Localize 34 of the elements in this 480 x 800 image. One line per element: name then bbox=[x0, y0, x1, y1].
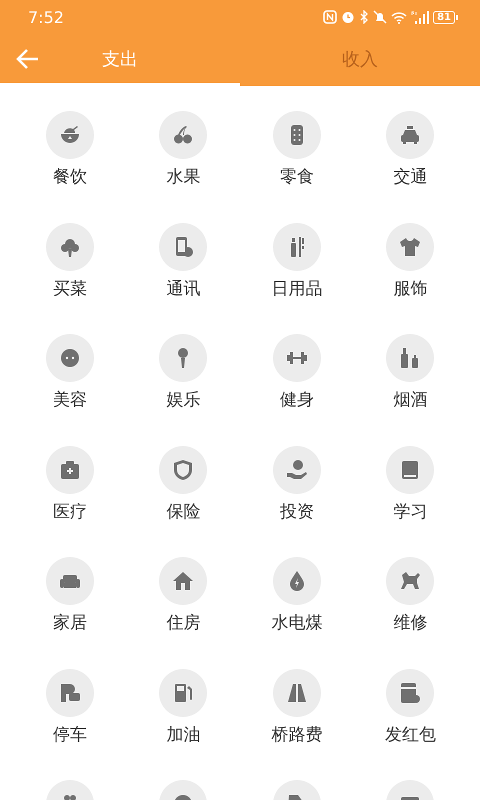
category-item[interactable]: 零食 bbox=[240, 111, 354, 189]
category-item[interactable]: 服饰 bbox=[354, 222, 467, 300]
status-time: 7:52 bbox=[28, 8, 64, 26]
category-item[interactable]: 餐饮 bbox=[13, 111, 126, 189]
category-item[interactable]: 家居 bbox=[13, 557, 126, 635]
category-item[interactable]: 买菜 bbox=[13, 222, 126, 300]
house-icon bbox=[171, 569, 196, 593]
category-item[interactable]: 健身 bbox=[240, 334, 354, 412]
alarm-icon bbox=[341, 10, 356, 24]
category-item[interactable]: 烟酒 bbox=[354, 334, 467, 412]
category-item[interactable]: 投资 bbox=[240, 446, 354, 524]
muted-bell-icon bbox=[373, 10, 388, 24]
category-item[interactable]: 水果 bbox=[126, 111, 240, 189]
category-item[interactable]: 日用品 bbox=[240, 222, 354, 300]
category-item[interactable]: 停车 bbox=[13, 668, 126, 746]
category-item[interactable]: 学习 bbox=[354, 446, 467, 524]
signal-icon bbox=[411, 10, 430, 24]
category-item[interactable]: 加油 bbox=[126, 668, 240, 746]
category-item[interactable]: 桥路费 bbox=[240, 668, 354, 746]
nfc-icon bbox=[323, 10, 338, 24]
coin-hand-icon bbox=[284, 458, 309, 482]
category-item[interactable]: 娱乐 bbox=[126, 334, 240, 412]
battery-indicator: 81 bbox=[433, 10, 458, 24]
category-item[interactable]: 住房 bbox=[126, 557, 240, 635]
category-item[interactable]: 通讯 bbox=[126, 222, 240, 300]
category-item[interactable]: 维修 bbox=[354, 557, 467, 635]
wifi-icon bbox=[391, 10, 408, 24]
category-item[interactable]: 美容 bbox=[13, 334, 126, 412]
category-item[interactable]: 水电煤 bbox=[240, 557, 354, 635]
category-item[interactable]: 发红包 bbox=[354, 668, 467, 746]
category-item[interactable]: 医疗 bbox=[13, 446, 126, 524]
category-item[interactable]: 保险 bbox=[126, 446, 240, 524]
category-item[interactable]: 交通 bbox=[354, 111, 467, 189]
bluetooth-icon bbox=[359, 10, 370, 24]
